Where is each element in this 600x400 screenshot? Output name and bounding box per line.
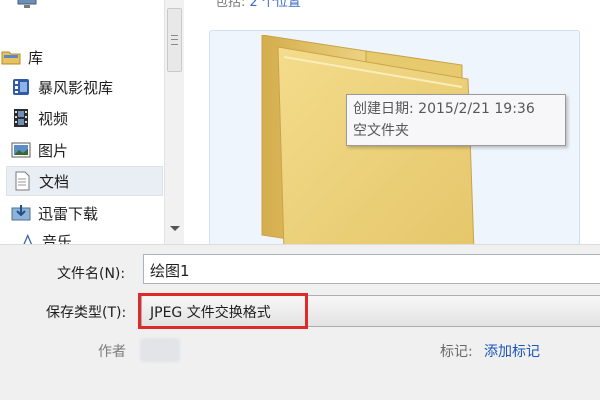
thunder-download-icon <box>11 205 31 221</box>
documents-icon <box>15 171 30 191</box>
scroll-thumb[interactable] <box>167 8 182 72</box>
nav-item-partial[interactable] <box>16 0 163 12</box>
save-form: 文件名(N): 绘图1 保存类型(T): JPEG 文件交换格式 作者 标记: … <box>0 244 600 400</box>
filename-label: 文件名(N): <box>57 266 126 282</box>
author-value-redacted[interactable] <box>140 338 180 362</box>
nav-item-label: 迅雷下载 <box>38 204 99 223</box>
highlight-annotation <box>138 293 308 329</box>
nav-item-thunder-download[interactable]: 迅雷下载 <box>10 198 163 228</box>
nav-item-documents[interactable]: 文档 <box>6 166 163 196</box>
grip-icon <box>171 35 178 45</box>
add-tags-link[interactable]: 添加标记 <box>484 341 540 361</box>
video-library-icon <box>13 79 29 95</box>
savetype-label: 保存类型(T): <box>46 305 127 321</box>
tooltip-description: 空文件夹 <box>353 123 409 139</box>
nav-item-video-library[interactable]: 暴风影视库 <box>10 72 163 102</box>
navigation-pane: 库 暴风影视库 视频 图片 文档 迅雷下载 音乐 <box>0 0 163 244</box>
nav-item-label: 暴风影视库 <box>38 78 114 97</box>
header-prefix: 包括: <box>215 0 246 10</box>
tags-label: 标记: <box>440 344 473 360</box>
nav-item-label: 图片 <box>38 141 69 160</box>
scroll-down-arrow-icon[interactable] <box>170 226 180 231</box>
nav-item-label: 视频 <box>38 109 69 128</box>
monitor-icon <box>17 0 37 8</box>
filename-input[interactable]: 绘图1 <box>143 254 600 284</box>
nav-item-video[interactable]: 视频 <box>10 103 163 133</box>
nav-scrollbar[interactable] <box>164 0 184 244</box>
nav-item-label: 文档 <box>39 172 70 191</box>
locations-link[interactable]: 2 个位置 <box>250 0 301 10</box>
library-includes-header: 包括: 2 个位置 <box>215 0 301 10</box>
pictures-icon <box>11 142 31 158</box>
folder-tooltip: 创建日期: 2015/2/21 19:36 空文件夹 <box>346 94 566 146</box>
author-label: 作者 <box>98 344 126 360</box>
nav-item-label: 音乐 <box>42 233 73 244</box>
tooltip-created-date: 创建日期: 2015/2/21 19:36 <box>353 101 535 117</box>
music-icon <box>23 233 33 244</box>
nav-item-music[interactable]: 音乐 <box>22 229 163 244</box>
nav-item-library[interactable]: 库 <box>0 42 163 72</box>
nav-item-label: 库 <box>28 48 44 67</box>
library-icon <box>1 51 21 65</box>
film-icon <box>14 109 28 127</box>
nav-item-pictures[interactable]: 图片 <box>10 135 163 165</box>
